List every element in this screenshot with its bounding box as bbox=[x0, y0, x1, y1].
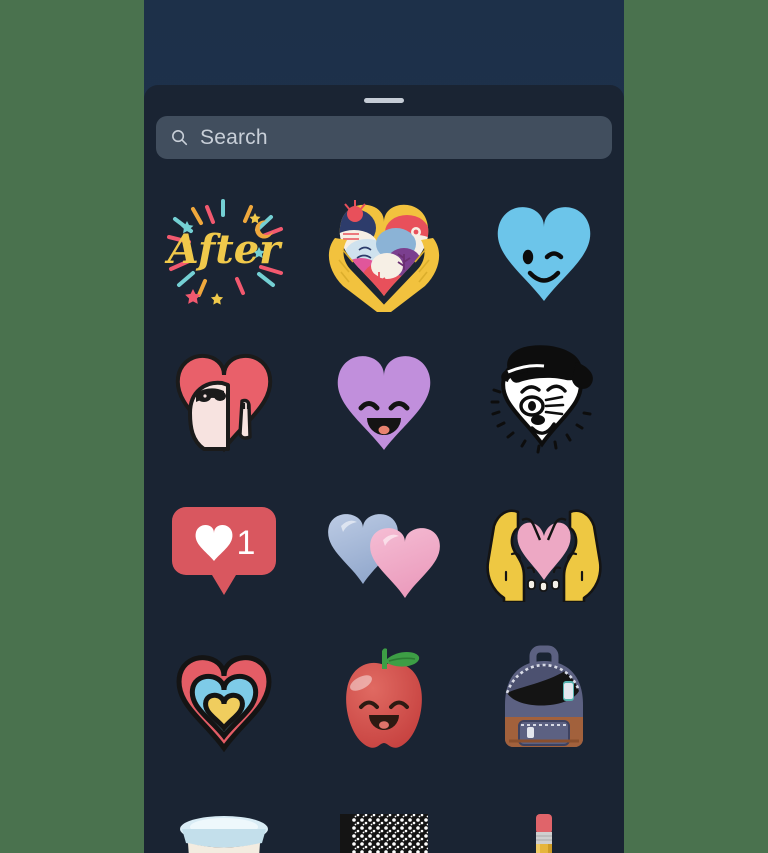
sticker-smiling-apple[interactable] bbox=[304, 627, 464, 777]
sticker-pencil[interactable]: 2 bbox=[464, 777, 624, 853]
sticker-concentric-rainbow-heart[interactable] bbox=[144, 627, 304, 777]
sticker-after-word-burst[interactable]: After bbox=[144, 177, 304, 327]
sticker-coffee-cup[interactable] bbox=[144, 777, 304, 853]
sticker-purple-laughing-heart[interactable] bbox=[304, 327, 464, 477]
sticker-blue-winking-heart[interactable] bbox=[464, 177, 624, 327]
like-count-label: 1 bbox=[237, 524, 256, 562]
sticker-sheet: Search After 1 bbox=[144, 85, 624, 853]
drag-handle[interactable] bbox=[364, 98, 404, 103]
sticker-fedora-heart-face[interactable] bbox=[464, 327, 624, 477]
search-icon bbox=[172, 130, 188, 146]
search-input[interactable]: Search bbox=[156, 116, 612, 159]
sticker-picker-screen: Search After 1 bbox=[0, 0, 768, 853]
search-placeholder: Search bbox=[200, 126, 268, 149]
after-word-label: After bbox=[164, 226, 283, 273]
phone-viewport: Search After 1 bbox=[144, 0, 624, 853]
sticker-two-glossy-hearts[interactable] bbox=[304, 477, 464, 627]
sticker-composition-notebook[interactable] bbox=[304, 777, 464, 853]
sticker-backpack[interactable] bbox=[464, 627, 624, 777]
sticker-like-notification[interactable]: 1 bbox=[144, 477, 304, 627]
sticker-folk-patchwork-heart[interactable] bbox=[304, 177, 464, 327]
sticker-red-heart-ghost[interactable] bbox=[144, 327, 304, 477]
sticker-hands-making-heart[interactable] bbox=[464, 477, 624, 627]
sticker-grid: After 1 bbox=[144, 177, 624, 853]
